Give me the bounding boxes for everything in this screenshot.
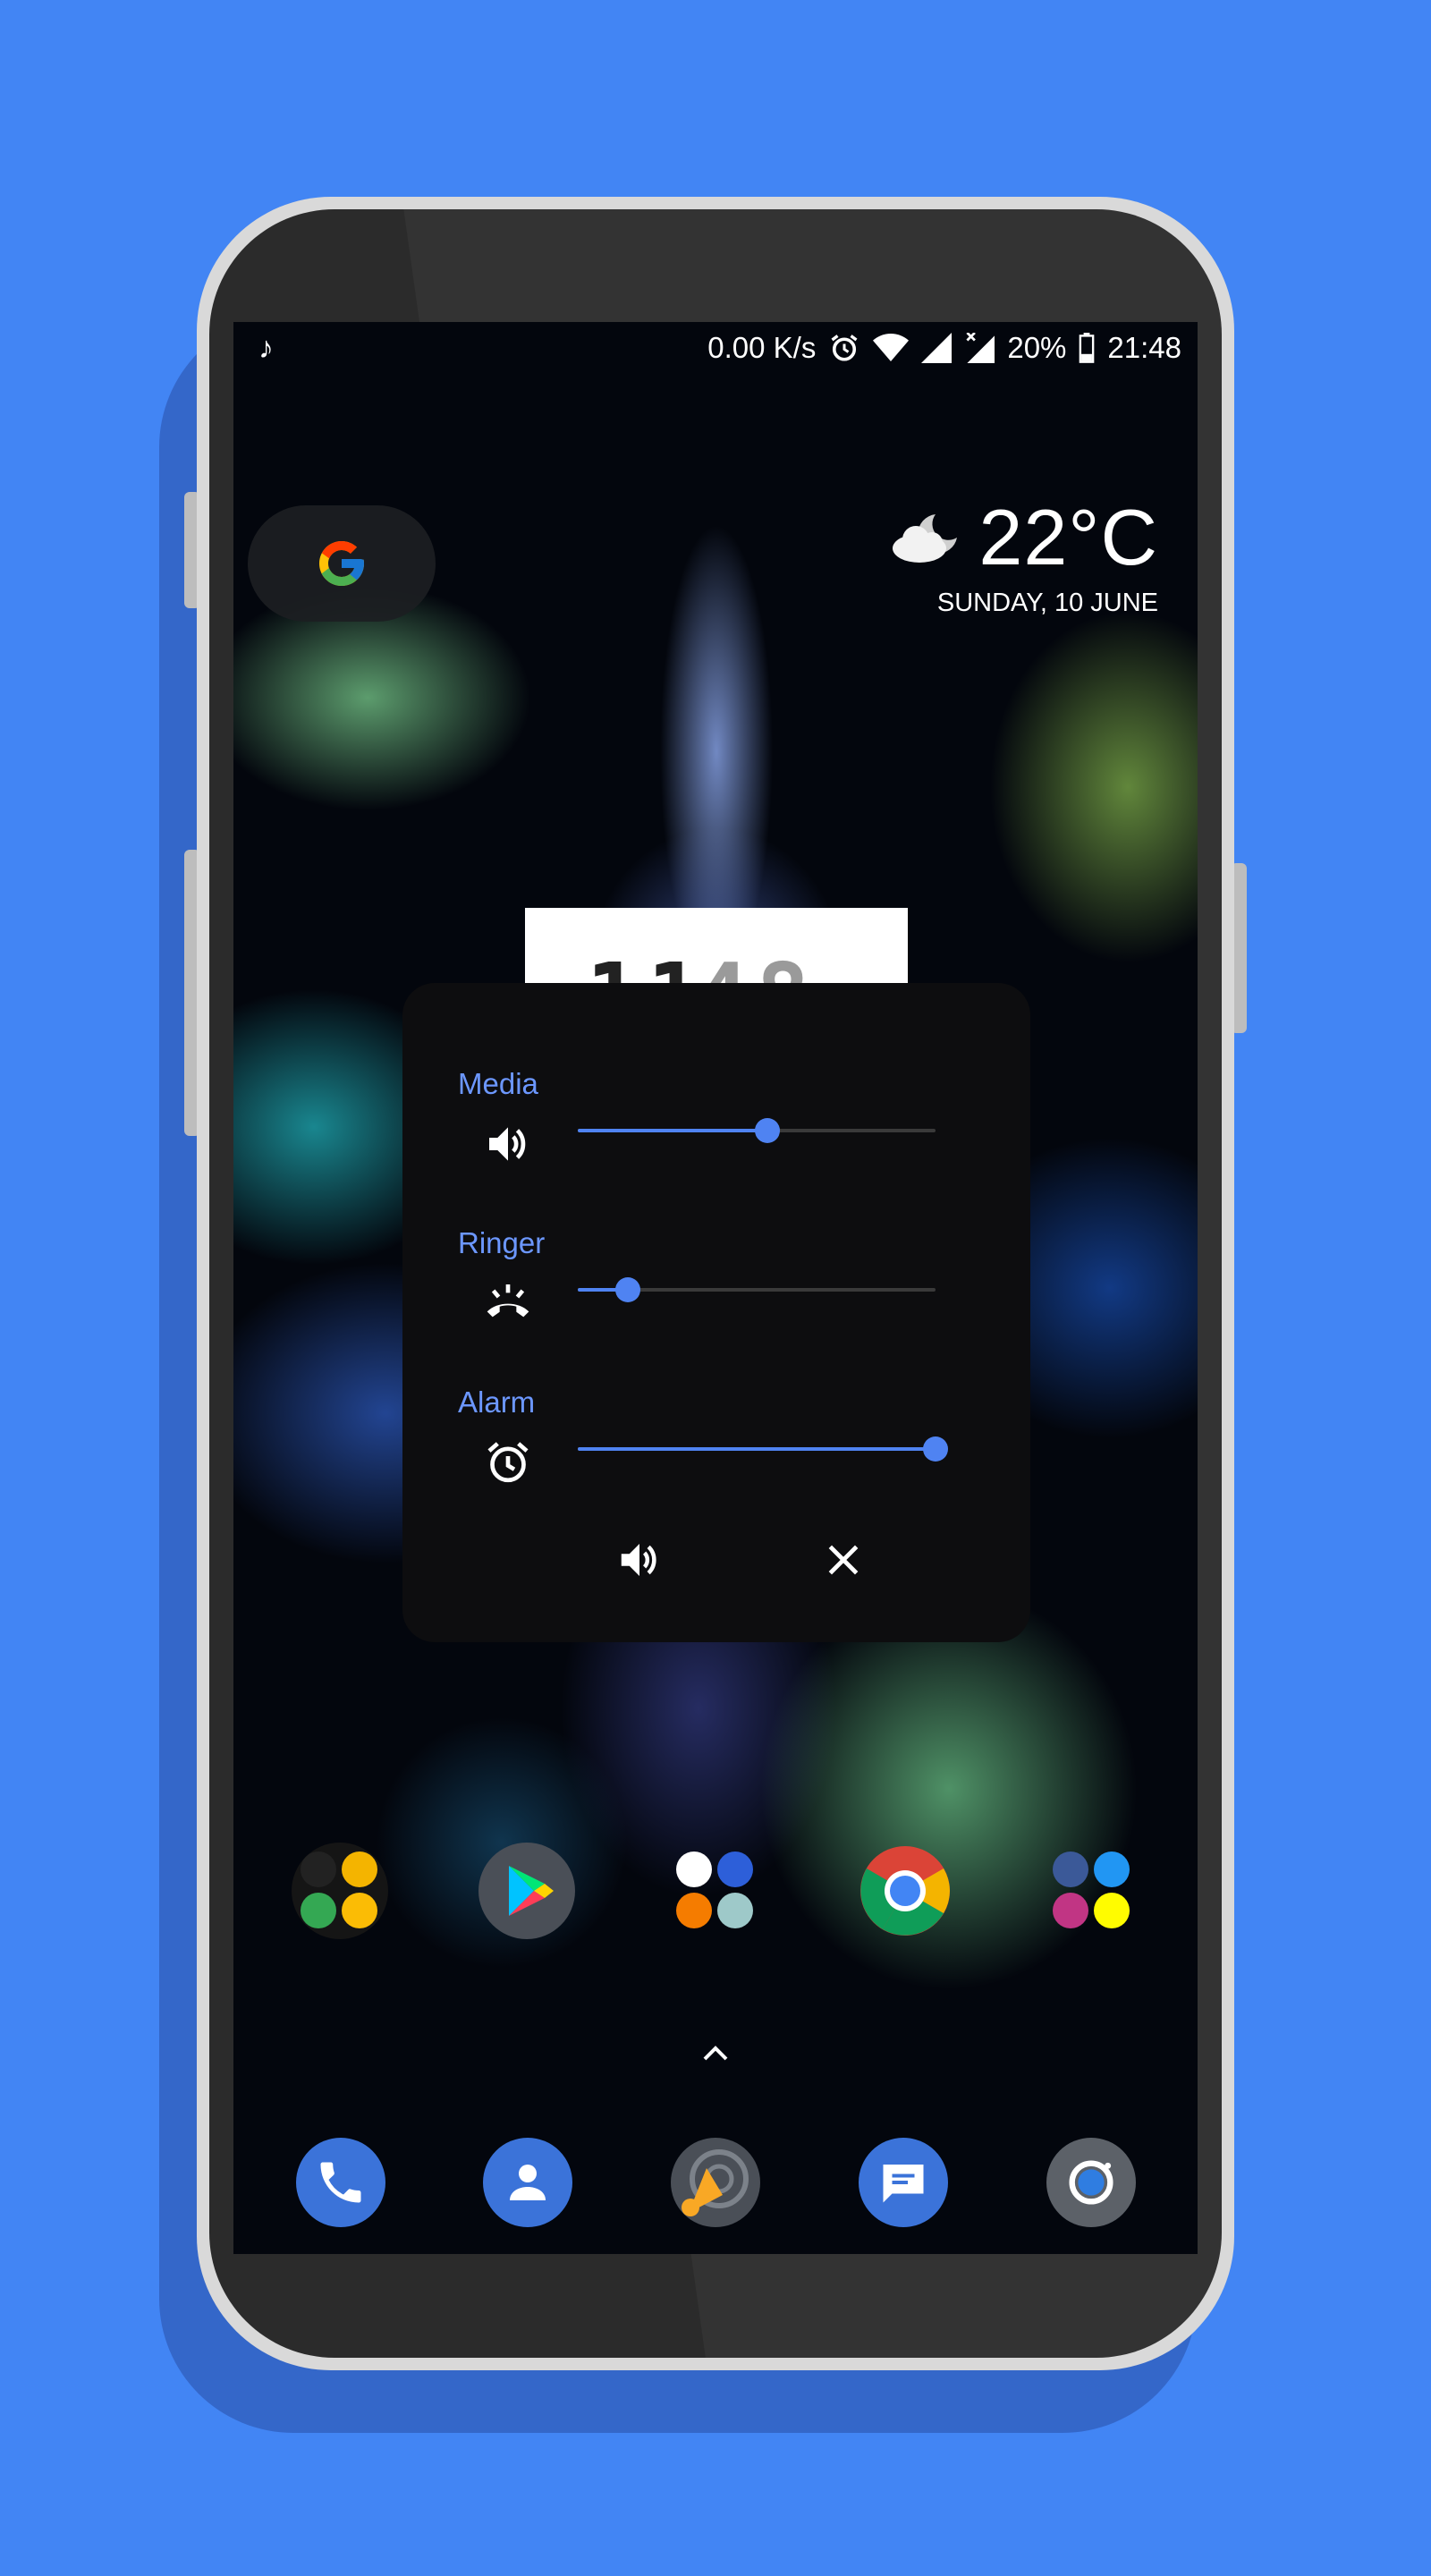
music-note-icon: ♪ <box>258 331 274 365</box>
app-icon-mini <box>342 1893 377 1928</box>
signal-icon <box>921 333 953 363</box>
social-folder[interactable] <box>1044 1843 1140 1939</box>
signal-no-data-icon <box>966 333 995 363</box>
close-panel-button[interactable] <box>808 1524 879 1596</box>
ringer-label: Ringer <box>458 1226 546 1259</box>
temperature: 22°C <box>978 493 1158 581</box>
battery-icon <box>1080 333 1095 363</box>
alarm-label: Alarm <box>458 1385 536 1419</box>
play-store-icon <box>509 1866 554 1916</box>
app-icon-mini <box>342 1852 377 1887</box>
media-label: Media <box>458 1067 538 1100</box>
wifi-icon <box>873 334 910 361</box>
chrome-icon <box>860 1846 950 1936</box>
music-player-icon <box>682 2149 749 2216</box>
speaker-icon <box>621 1544 656 1576</box>
camera-app[interactable] <box>1046 2138 1136 2227</box>
phone-app[interactable] <box>296 2138 385 2227</box>
home-screen: ♪ 0.00 K/s 20% 21:48 22°C SUNDAY, 10 JUN… <box>233 322 1198 2254</box>
close-icon <box>828 1545 859 1575</box>
app-icon-mini <box>301 1893 336 1928</box>
phone-icon <box>320 2162 361 2203</box>
google-search-button[interactable] <box>248 505 436 622</box>
sound-mode-button[interactable] <box>604 1524 675 1596</box>
app-drawer-chevron-icon[interactable] <box>701 2043 730 2064</box>
alarm-status-icon <box>831 335 858 361</box>
net-speed: 0.00 K/s <box>707 331 817 364</box>
alarm-volume-knob[interactable] <box>923 1436 948 1462</box>
app-icon-mini <box>676 1893 712 1928</box>
camera-icon <box>1069 2160 1113 2205</box>
messages-icon <box>883 2165 924 2203</box>
snapchat-icon <box>1094 1893 1130 1928</box>
alarm-volume-fill <box>578 1447 936 1451</box>
app-icon-mini <box>676 1852 712 1887</box>
weather-widget[interactable]: 22°C SUNDAY, 10 JUNE <box>889 492 1158 618</box>
media-volume-fill <box>578 1129 767 1132</box>
battery-percent: 20% <box>1007 331 1067 364</box>
contacts-icon <box>510 2165 546 2200</box>
contacts-app[interactable] <box>483 2138 572 2227</box>
music-player-app[interactable] <box>671 2138 760 2227</box>
clock-time: 21:48 <box>1107 331 1181 364</box>
play-store-app[interactable] <box>478 1843 575 1939</box>
messages-app[interactable] <box>859 2138 948 2227</box>
ringer-volume-slider[interactable] <box>578 1277 936 1302</box>
app-icon-mini <box>717 1893 753 1928</box>
alarm-volume-slider[interactable] <box>578 1436 948 1462</box>
volume-panel: Media Ringer Alarm <box>402 983 1030 1642</box>
ringer-volume-knob[interactable] <box>615 1277 640 1302</box>
messenger-icon <box>1094 1852 1130 1887</box>
media-volume-slider[interactable] <box>578 1118 936 1143</box>
status-bar: ♪ 0.00 K/s 20% 21:48 <box>233 322 1198 376</box>
app-icon-mini <box>301 1852 336 1887</box>
google-g-icon <box>319 541 364 586</box>
weather-date: SUNDAY, 10 JUNE <box>936 589 1158 617</box>
chrome-app[interactable] <box>857 1843 953 1939</box>
app-folder-2[interactable] <box>667 1843 764 1939</box>
instagram-icon <box>1053 1893 1088 1928</box>
facebook-icon <box>1053 1852 1088 1887</box>
speaker-icon <box>489 1127 526 1161</box>
status-indicators: 0.00 K/s 20% 21:48 <box>707 331 1181 365</box>
ringer-icon <box>487 1284 529 1318</box>
alarm-clock-icon <box>487 1442 529 1483</box>
partly-cloudy-night-icon <box>893 514 958 563</box>
app-folder-1[interactable] <box>292 1843 388 1939</box>
app-icon-mini <box>717 1852 753 1887</box>
media-volume-knob[interactable] <box>755 1118 780 1143</box>
